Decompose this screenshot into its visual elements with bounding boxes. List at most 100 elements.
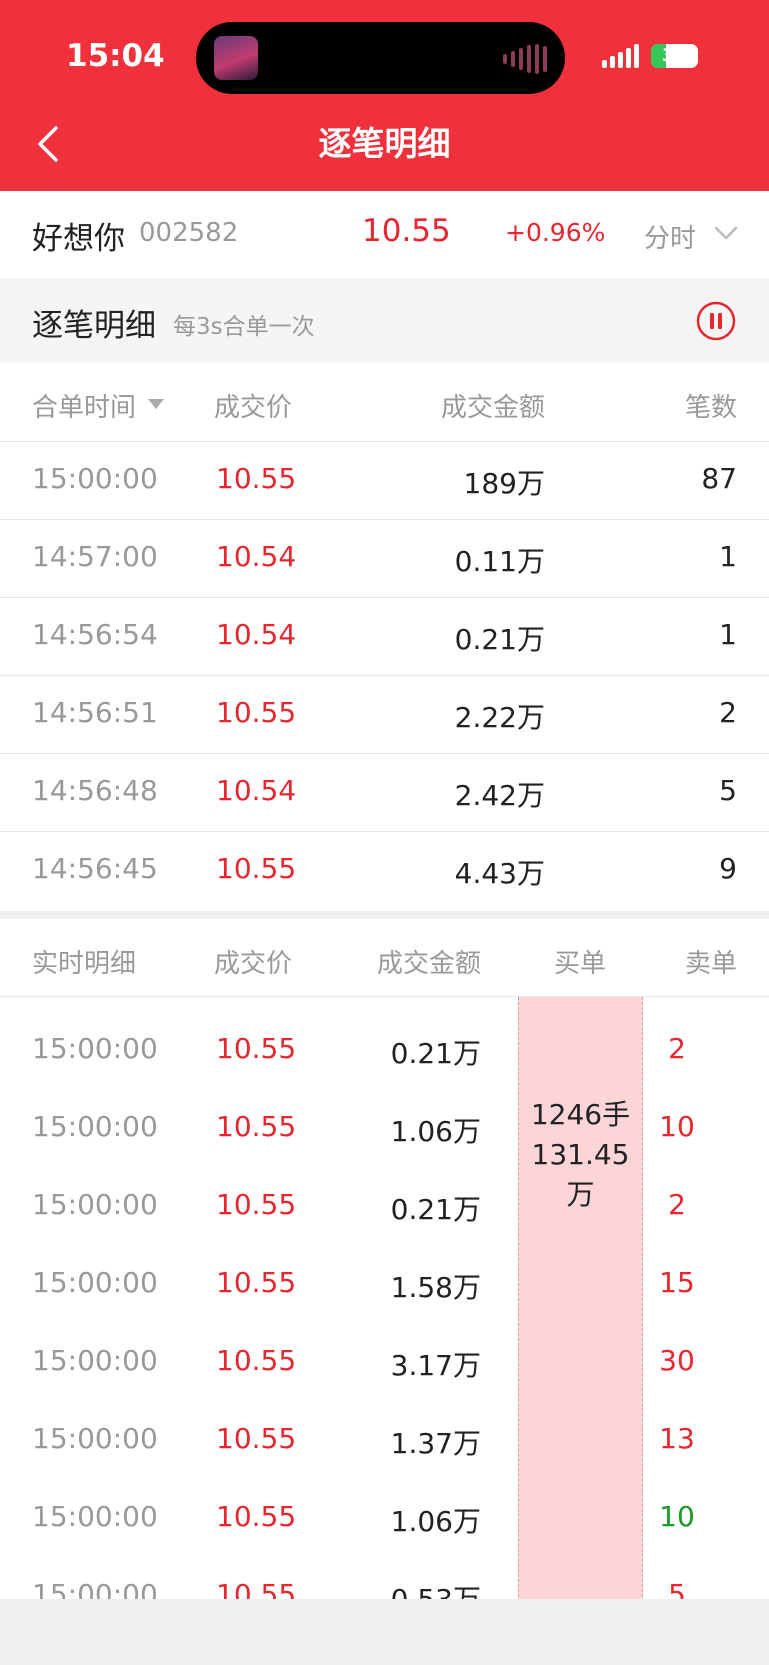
stock-code: 002582	[139, 218, 239, 248]
row-sell: 10	[659, 1110, 695, 1143]
row-price: 10.55	[216, 1344, 297, 1377]
row-time: 14:56:48	[32, 774, 158, 807]
row-sell: 15	[659, 1266, 695, 1299]
header-merge-time[interactable]: 合单时间	[32, 387, 136, 424]
row-count: 1	[719, 618, 737, 651]
realtime-trades-table: 实时明细 成交价 成交金额 买单 卖单 1246手 131.45万 15:00:…	[0, 919, 769, 1599]
row-amount: 0.21万	[390, 1193, 481, 1226]
row-time: 15:00:00	[32, 1188, 158, 1221]
table-header: 实时明细 成交价 成交金额 买单 卖单	[0, 919, 769, 997]
row-amount: 0.21万	[454, 623, 545, 656]
row-time: 14:56:45	[32, 852, 158, 885]
row-time: 15:00:00	[32, 1266, 158, 1299]
row-sell: 2	[668, 1188, 686, 1221]
bottom-area	[0, 1599, 769, 1665]
row-time: 14:57:00	[32, 540, 158, 573]
table-row: 15:00:00 10.55 0.21万 2	[0, 1012, 769, 1090]
row-price: 10.55	[216, 1266, 297, 1299]
table-row: 14:56:51 10.55 2.22万 2	[0, 676, 769, 754]
chevron-down-icon[interactable]	[714, 225, 738, 241]
table-row: 14:56:54 10.54 0.21万 1	[0, 598, 769, 676]
header-price: 成交价	[214, 393, 293, 423]
row-time: 15:00:00	[32, 462, 158, 495]
header-amount: 成交金额	[376, 949, 481, 979]
battery-percent: 32	[661, 45, 688, 66]
row-time: 14:56:51	[32, 696, 158, 729]
row-price: 10.54	[216, 540, 297, 573]
row-amount: 189万	[463, 467, 545, 500]
row-time: 15:00:00	[32, 1422, 158, 1455]
table-row: 14:57:00 10.54 0.11万 1	[0, 520, 769, 598]
row-sell: 13	[659, 1422, 695, 1455]
pause-icon[interactable]	[696, 301, 736, 341]
section-header: 逐笔明细 每3s合单一次	[0, 278, 769, 363]
row-price: 10.55	[216, 1578, 297, 1599]
row-sell: 2	[668, 1032, 686, 1065]
battery-icon: 32	[651, 44, 698, 68]
table-row: 15:00:00 10.55 1.06万 10	[0, 1480, 769, 1558]
row-amount: 1.58万	[390, 1271, 481, 1304]
table-row: 15:00:00 10.55 1.06万 10	[0, 1090, 769, 1168]
row-sell: 30	[659, 1344, 695, 1377]
audio-wave-icon	[503, 44, 547, 74]
dynamic-island	[196, 22, 565, 94]
section-subtitle: 每3s合单一次	[173, 314, 315, 340]
row-price: 10.54	[216, 774, 297, 807]
row-amount: 0.53万	[391, 1578, 481, 1599]
stock-price: 10.55	[362, 213, 451, 249]
row-amount: 1.06万	[390, 1115, 481, 1148]
header-amount: 成交金额	[440, 393, 545, 423]
table-row: 14:56:48 10.54 2.42万 5	[0, 754, 769, 832]
row-time: 15:00:00	[32, 1032, 158, 1065]
header-sell: 卖单	[684, 949, 737, 979]
row-price: 10.55	[216, 1422, 297, 1455]
table-header: 合单时间 成交价 成交金额 笔数	[0, 363, 769, 442]
table-row: 15:00:00 10.55 1.37万 13	[0, 1402, 769, 1480]
top-bar: 15:04 32 逐笔明细	[0, 0, 769, 191]
merged-trades-table: 合单时间 成交价 成交金额 笔数 15:00:00 10.55 189万 87 …	[0, 363, 769, 911]
table-row: 15:00:00 10.55 0.53万 5	[0, 1558, 769, 1599]
table-row: 15:00:00 10.55 189万 87	[0, 442, 769, 520]
row-time: 15:00:00	[32, 1344, 158, 1377]
album-art-thumbnail	[214, 36, 258, 80]
row-amount: 3.17万	[390, 1349, 481, 1382]
table-row: 15:00:00 10.55 3.17万 30	[0, 1324, 769, 1402]
header-count: 笔数	[684, 393, 737, 423]
row-price: 10.54	[216, 618, 297, 651]
row-time: 15:00:00	[32, 1500, 158, 1533]
row-count: 5	[719, 774, 737, 807]
header-realtime: 实时明细	[32, 949, 137, 979]
row-price: 10.55	[216, 1500, 297, 1533]
row-amount: 4.43万	[454, 857, 545, 890]
stock-change: +0.96%	[505, 218, 606, 247]
row-sell: 10	[659, 1500, 695, 1533]
row-count: 87	[701, 462, 737, 495]
row-amount: 2.42万	[454, 779, 545, 812]
header-buy: 买单	[554, 949, 607, 979]
table-row: 14:56:45 10.55 4.43万 9	[0, 832, 769, 910]
row-count: 9	[719, 852, 737, 885]
row-price: 10.55	[216, 1188, 297, 1221]
table-row: 15:00:00 10.55 0.21万 2	[0, 1168, 769, 1246]
row-time: 14:56:54	[32, 618, 158, 651]
section-title: 逐笔明细	[32, 308, 156, 344]
row-sell: 5	[668, 1578, 686, 1599]
status-time: 15:04	[66, 38, 165, 74]
row-amount: 2.22万	[454, 701, 545, 734]
row-time: 15:00:00	[32, 1110, 158, 1143]
page-title: 逐笔明细	[318, 124, 451, 163]
row-amount: 1.06万	[390, 1505, 481, 1538]
stock-info-bar: 好想你 002582 10.55 +0.96% 分时	[0, 191, 769, 278]
row-count: 2	[719, 696, 737, 729]
row-time: 15:00:00	[32, 1578, 158, 1599]
row-price: 10.55	[216, 696, 297, 729]
row-price: 10.55	[216, 1032, 297, 1065]
row-amount: 0.21万	[390, 1037, 481, 1070]
row-price: 10.55	[216, 462, 297, 495]
period-selector[interactable]: 分时	[644, 218, 696, 255]
row-amount: 0.11万	[454, 545, 545, 578]
sort-down-icon[interactable]	[148, 399, 164, 409]
row-count: 1	[719, 540, 737, 573]
header-price: 成交价	[214, 949, 293, 979]
row-price: 10.55	[216, 1110, 297, 1143]
